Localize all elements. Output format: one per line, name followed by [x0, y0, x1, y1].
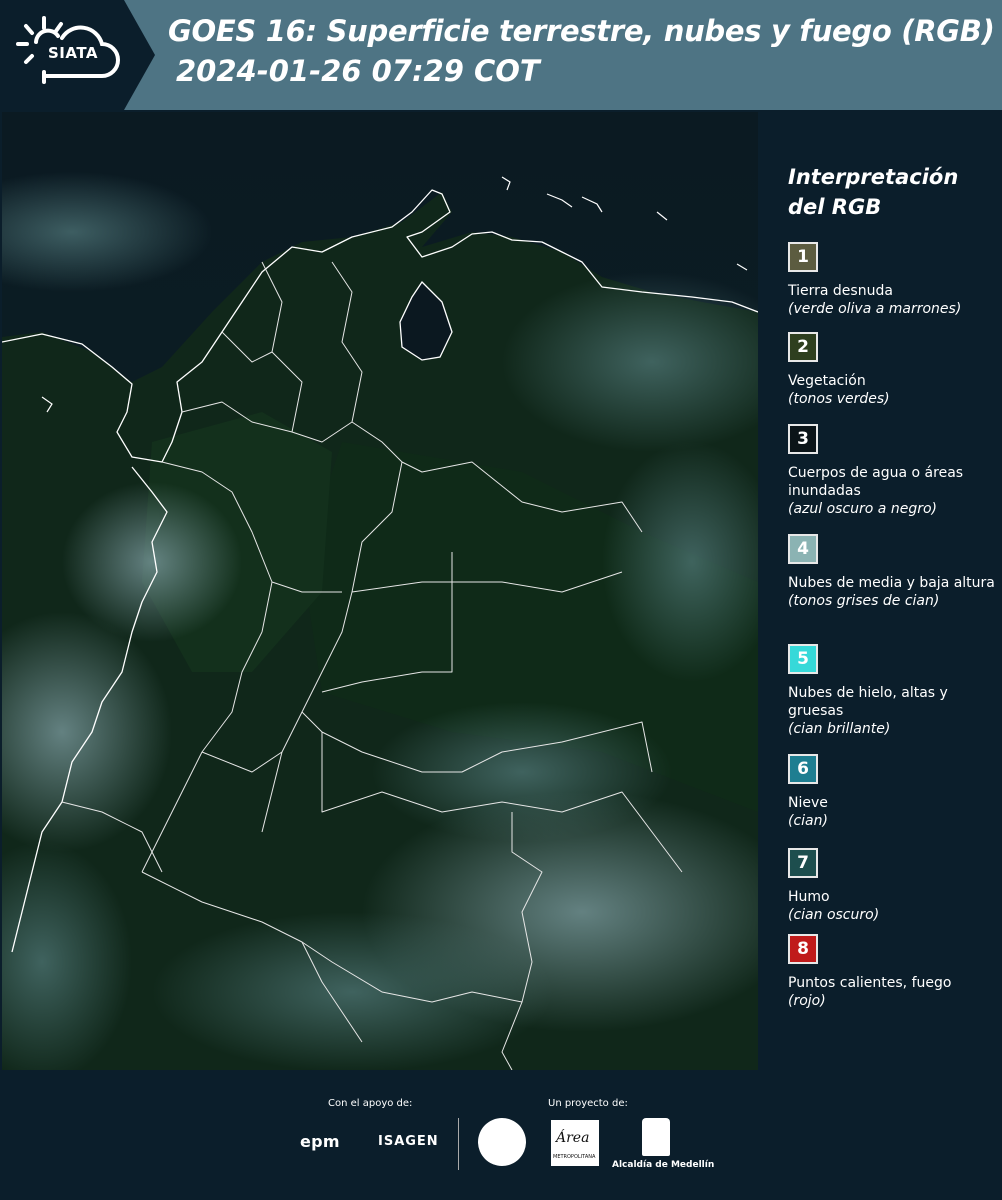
- siata-logo: SIATA: [0, 0, 155, 110]
- satellite-map: [2, 112, 758, 1070]
- legend-item: 4 Nubes de media y baja altura (tonos gris…: [788, 534, 998, 610]
- logo-text: SIATA: [48, 44, 99, 62]
- header: SIATA GOES 16: Superficie terrestre, nub…: [0, 0, 1002, 110]
- legend-swatch: 6: [788, 754, 818, 784]
- map-canvas: [2, 112, 758, 1070]
- page-title: GOES 16: Superficie terrestre, nubes y f…: [168, 14, 995, 48]
- legend-swatch: 3: [788, 424, 818, 454]
- legend-item: 2 Vegetación (tonos verdes): [788, 332, 998, 408]
- legend-sublabel: (cian brillante): [788, 721, 891, 737]
- legend-sublabel: (azul oscuro a negro): [788, 501, 937, 517]
- legend-title: Interpretación del RGB: [788, 165, 959, 219]
- footer-divider: [458, 1118, 459, 1170]
- project-label: Un proyecto de:: [548, 1098, 628, 1109]
- support-label: Con el apoyo de:: [328, 1098, 413, 1109]
- legend-label: Nubes de hielo, altas y gruesas: [788, 685, 948, 719]
- legend-label: Humo: [788, 889, 830, 905]
- legend-item: 8 Puntos calientes, fuego (rojo): [788, 934, 998, 1010]
- legend-sublabel: (rojo): [788, 993, 826, 1009]
- legend-item: 5 Nubes de hielo, altas y gruesas (cian br…: [788, 644, 998, 738]
- epm-logo: epm: [300, 1132, 340, 1151]
- legend-sublabel: (cian): [788, 813, 828, 829]
- legend-item: 7 Humo (cian oscuro): [788, 848, 998, 924]
- legend-item: 1 Tierra desnuda (verde oliva a marrones): [788, 242, 998, 318]
- medellin-seal-icon: [478, 1118, 526, 1166]
- legend-label: Nieve: [788, 795, 828, 811]
- legend-label: Tierra desnuda: [788, 283, 893, 299]
- rgb-legend: Interpretación del RGB 1 Tierra desnuda (v…: [788, 162, 998, 1009]
- area-logo-sub: METROPOLITANA: [553, 1154, 596, 1160]
- legend-swatch: 8: [788, 934, 818, 964]
- legend-swatch: 1: [788, 242, 818, 272]
- legend-label: Vegetación: [788, 373, 866, 389]
- legend-sublabel: (tonos verdes): [788, 391, 890, 407]
- legend-label: Nubes de media y baja altura: [788, 575, 995, 591]
- legend-item: 6 Nieve (cian): [788, 754, 998, 830]
- legend-sublabel: (tonos grises de cian): [788, 593, 940, 609]
- timestamp: 2024-01-26 07:29 COT: [176, 54, 540, 88]
- legend-label: Cuerpos de agua o áreas inundadas: [788, 465, 964, 499]
- footer: Con el apoyo de: Un proyecto de: epm ISA…: [0, 1070, 1002, 1200]
- legend-swatch: 2: [788, 332, 818, 362]
- legend-swatch: 5: [788, 644, 818, 674]
- legend-item: 3 Cuerpos de agua o áreas inundadas (azul …: [788, 424, 998, 518]
- legend-swatch: 7: [788, 848, 818, 878]
- alcaldia-logo: Alcaldía de Medellín: [612, 1160, 715, 1170]
- isagen-logo: ISAGEN: [378, 1134, 439, 1149]
- legend-swatch: 4: [788, 534, 818, 564]
- legend-sublabel: (verde oliva a marrones): [788, 301, 962, 317]
- area-logo-text: Área: [556, 1130, 590, 1146]
- alcaldia-shield-icon: [642, 1118, 670, 1156]
- legend-sublabel: (cian oscuro): [788, 907, 880, 923]
- legend-label: Puntos calientes, fuego: [788, 975, 952, 991]
